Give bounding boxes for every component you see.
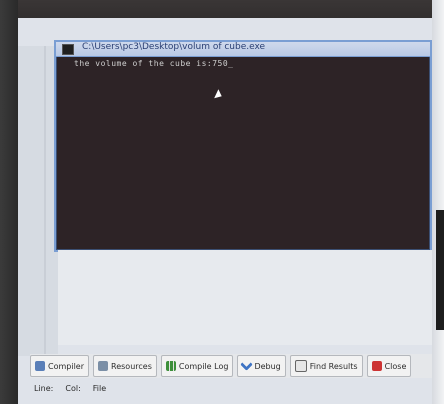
console-title: C:\Users\pc3\Desktop\volum of cube.exe: [82, 42, 266, 52]
tab-resources-label: Resources: [111, 361, 152, 371]
status-file: File: [92, 383, 107, 393]
debug-icon: [240, 358, 254, 371]
monitor-bezel-left: [0, 0, 18, 404]
console-output-text: the volume of the cube is:750_: [74, 59, 234, 68]
tab-debug-label: Debug: [254, 361, 281, 371]
tab-find-results-label: Find Results: [309, 361, 358, 371]
console-titlebar[interactable]: C:\Users\pc3\Desktop\volum of cube.exe: [56, 42, 430, 57]
tab-resources[interactable]: Resources: [93, 355, 157, 377]
screen-edge-glare: [432, 0, 444, 404]
console-app-icon: [62, 44, 74, 55]
tab-debug[interactable]: Debug: [237, 355, 286, 377]
tab-close-label: Close: [384, 361, 407, 371]
console-window[interactable]: C:\Users\pc3\Desktop\volum of cube.exe t…: [54, 40, 432, 252]
status-col: Col:: [65, 383, 81, 393]
bottom-tabs: Compiler Resources Compile Log Debug Fin…: [30, 354, 432, 378]
editor-gutter: [18, 46, 58, 356]
tab-compiler[interactable]: Compiler: [30, 355, 90, 377]
close-icon: [371, 361, 382, 371]
compiler-icon: [35, 361, 45, 371]
editor-area[interactable]: [58, 250, 432, 345]
status-line: Line:: [34, 383, 54, 393]
gutter-divider: [44, 46, 46, 356]
tab-compile-log-label: Compile Log: [178, 361, 229, 371]
tab-compiler-label: Compiler: [48, 361, 85, 371]
resources-icon: [98, 361, 109, 371]
compile-log-icon: [165, 361, 176, 371]
mouse-pointer-icon: [214, 89, 224, 101]
find-results-icon: [294, 360, 307, 372]
monitor-frame-edge: [436, 210, 444, 330]
tab-find-results[interactable]: Find Results: [289, 355, 363, 377]
tab-close[interactable]: Close: [366, 355, 412, 377]
status-bar: Line: Col: File: [34, 380, 432, 396]
tab-compile-log[interactable]: Compile Log: [160, 355, 234, 377]
